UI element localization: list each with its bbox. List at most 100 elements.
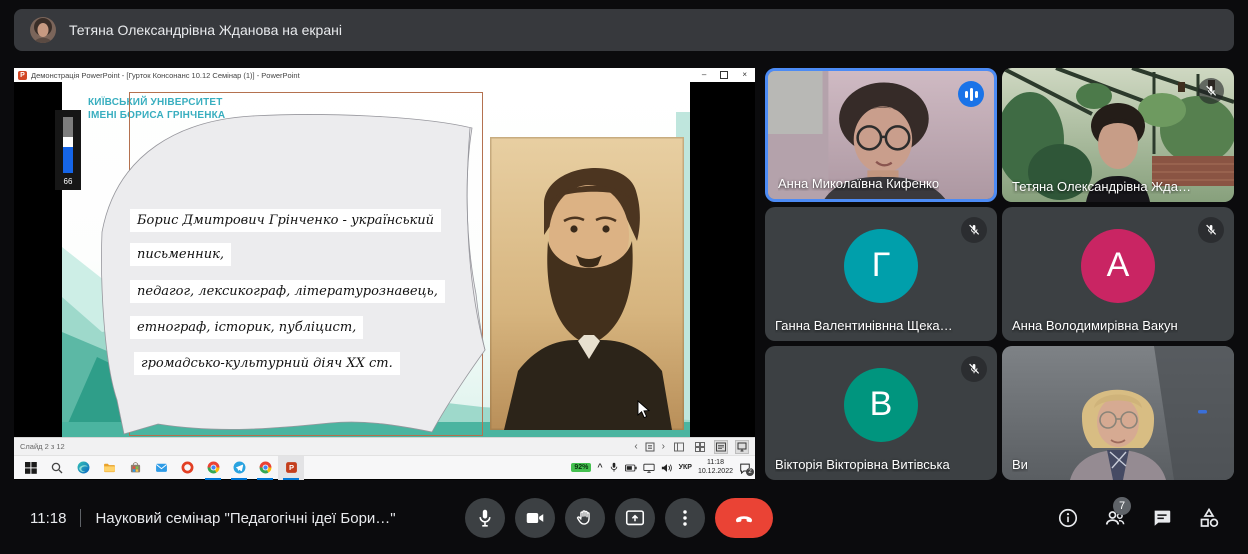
more-options-button[interactable] — [665, 498, 705, 538]
mouse-cursor — [637, 400, 650, 419]
avatar-initial: Г — [844, 229, 918, 303]
taskbar-mail-icon[interactable] — [148, 456, 174, 480]
mic-icon — [474, 507, 496, 529]
next-slide-icon[interactable]: › — [662, 442, 665, 452]
ppt-status-bar: Слайд 2 з 12 ‹ › — [14, 437, 755, 455]
participant-tile-kyfenko[interactable]: Анна Миколаївна Кифенко — [765, 68, 997, 202]
taskbar-powerpoint-icon[interactable]: P — [278, 456, 304, 480]
taskbar-store-icon[interactable] — [122, 456, 148, 480]
present-icon — [624, 507, 646, 529]
raise-hand-button[interactable] — [565, 498, 605, 538]
divider — [80, 509, 81, 527]
battery-percent-badge[interactable]: 92% — [571, 463, 591, 472]
present-button[interactable] — [615, 498, 655, 538]
avatar-initial: А — [1081, 229, 1155, 303]
self-label: Ви — [1012, 457, 1028, 472]
mic-off-icon — [961, 356, 987, 382]
participant-name: Анна Миколаївна Кифенко — [778, 176, 939, 191]
magnifier-track-fill[interactable] — [63, 147, 73, 173]
tray-expand-icon[interactable]: ^ — [597, 463, 602, 472]
avatar-image — [30, 17, 56, 43]
taskbar-chrome-icon[interactable] — [200, 456, 226, 480]
participant-tile-self[interactable]: Ви — [1002, 346, 1234, 480]
speaking-indicator-icon — [958, 81, 984, 107]
window-maximize-icon[interactable] — [720, 71, 728, 79]
avatar-initial: В — [844, 368, 918, 442]
participant-name: Вікторія Вікторівна Витівська — [775, 457, 950, 472]
end-call-button[interactable] — [715, 498, 773, 538]
participant-tile-vytivska[interactable]: В Вікторія Вікторівна Витівська — [765, 346, 997, 480]
activities-icon — [1197, 506, 1221, 530]
slideshow-view-icon[interactable] — [735, 440, 749, 454]
tray-network-icon[interactable] — [643, 463, 655, 473]
chat-icon — [1151, 507, 1173, 529]
slide-text-line-3: педагог, лексикограф, літературознавець, — [130, 280, 445, 303]
participant-count-badge: 7 — [1113, 497, 1131, 515]
info-icon — [1057, 507, 1079, 529]
mic-off-icon — [1198, 217, 1224, 243]
taskbar-search-icon[interactable] — [44, 456, 70, 480]
hrinchenko-portrait-photo — [490, 137, 684, 430]
participant-name: Тетяна Олександрівна Жда… — [1012, 179, 1191, 194]
mic-button[interactable] — [465, 498, 505, 538]
chat-button[interactable] — [1150, 506, 1174, 530]
reading-view-icon[interactable] — [714, 440, 728, 454]
slide-text-line-2: письменник, — [130, 243, 231, 266]
system-tray: 92% ^ УКР 11:18 10.12.2022 2 — [571, 459, 755, 477]
language-indicator[interactable]: УКР — [679, 464, 692, 471]
tray-battery-icon[interactable] — [625, 463, 637, 473]
tray-date: 10.12.2022 — [698, 468, 733, 477]
taskbar-office-icon[interactable] — [174, 456, 200, 480]
taskbar-telegram-icon[interactable] — [226, 456, 252, 480]
slideshow-area: КИЇВСЬКИЙ УНІВЕРСИТЕТ ІМЕНІ БОРИСА ГРІНЧ… — [14, 82, 755, 437]
notification-count-badge: 2 — [746, 468, 754, 476]
taskbar-file-explorer-icon[interactable] — [96, 456, 122, 480]
magnifier-thumb[interactable] — [63, 137, 73, 147]
slide: КИЇВСЬКИЙ УНІВЕРСИТЕТ ІМЕНІ БОРИСА ГРІНЧ… — [62, 82, 690, 437]
mic-off-icon — [961, 217, 987, 243]
meeting-details-button[interactable] — [1056, 506, 1080, 530]
magnifier-track-upper[interactable] — [63, 117, 73, 137]
magnifier-value: 66 — [64, 177, 73, 186]
self-video — [1002, 346, 1234, 480]
presenting-banner-text: Тетяна Олександрівна Жданова на екрані — [69, 22, 342, 38]
participant-tile-zhdanova[interactable]: Тетяна Олександрівна Жда… — [1002, 68, 1234, 202]
clock-widget[interactable]: 11:18 10.12.2022 — [698, 459, 733, 477]
tray-mic-icon[interactable] — [609, 462, 619, 473]
participant-name: Анна Володимирівна Вакун — [1012, 318, 1178, 333]
slide-sorter-view-icon[interactable] — [693, 440, 707, 454]
presenter-avatar — [30, 17, 56, 43]
screen-share-window: P Демонстрація PowerPoint - [Гурток Конс… — [14, 68, 755, 480]
ppt-window-title: Демонстрація PowerPoint - [Гурток Консон… — [31, 71, 702, 80]
camera-icon — [524, 507, 546, 529]
participant-tile-shcheka[interactable]: Г Ганна Валентинівнна Щека… — [765, 207, 997, 341]
window-close-icon[interactable]: × — [742, 71, 747, 79]
svg-text:P: P — [288, 463, 293, 472]
activities-button[interactable] — [1197, 506, 1221, 530]
tray-volume-icon[interactable] — [661, 463, 673, 473]
participant-name: Ганна Валентинівнна Щека… — [775, 318, 953, 333]
slide-menu-icon[interactable] — [645, 442, 655, 452]
screen-magnifier-panel: 66 — [55, 110, 81, 190]
taskbar-chrome2-icon[interactable] — [252, 456, 278, 480]
participants-button[interactable]: 7 — [1103, 506, 1127, 530]
call-control-bar: 11:18 Науковий семінар "Педагогічні ідеї… — [0, 482, 1248, 554]
slide-counter: Слайд 2 з 12 — [20, 442, 65, 451]
camera-button[interactable] — [515, 498, 555, 538]
windows-taskbar: P 92% ^ УКР 11:18 10.12.2022 2 — [14, 455, 755, 479]
end-call-icon — [732, 506, 756, 530]
presenting-banner: Тетяна Олександрівна Жданова на екрані — [14, 9, 1234, 51]
slide-text-line-1: Борис Дмитрович Грінченко - український — [130, 209, 441, 232]
meeting-title: Науковий семінар "Педагогічні ідеї Бори…… — [95, 510, 395, 527]
previous-slide-icon[interactable]: ‹ — [634, 442, 637, 452]
more-vert-icon — [674, 507, 696, 529]
ppt-titlebar: P Демонстрація PowerPoint - [Гурток Конс… — [14, 68, 755, 82]
hand-icon — [574, 507, 596, 529]
window-minimize-icon[interactable]: – — [702, 71, 706, 79]
taskbar-edge-icon[interactable] — [70, 456, 96, 480]
mic-off-icon — [1198, 78, 1224, 104]
action-center-icon[interactable]: 2 — [739, 462, 751, 474]
participant-tile-vakun[interactable]: А Анна Володимирівна Вакун — [1002, 207, 1234, 341]
normal-view-icon[interactable] — [672, 440, 686, 454]
start-button-icon[interactable] — [18, 456, 44, 480]
